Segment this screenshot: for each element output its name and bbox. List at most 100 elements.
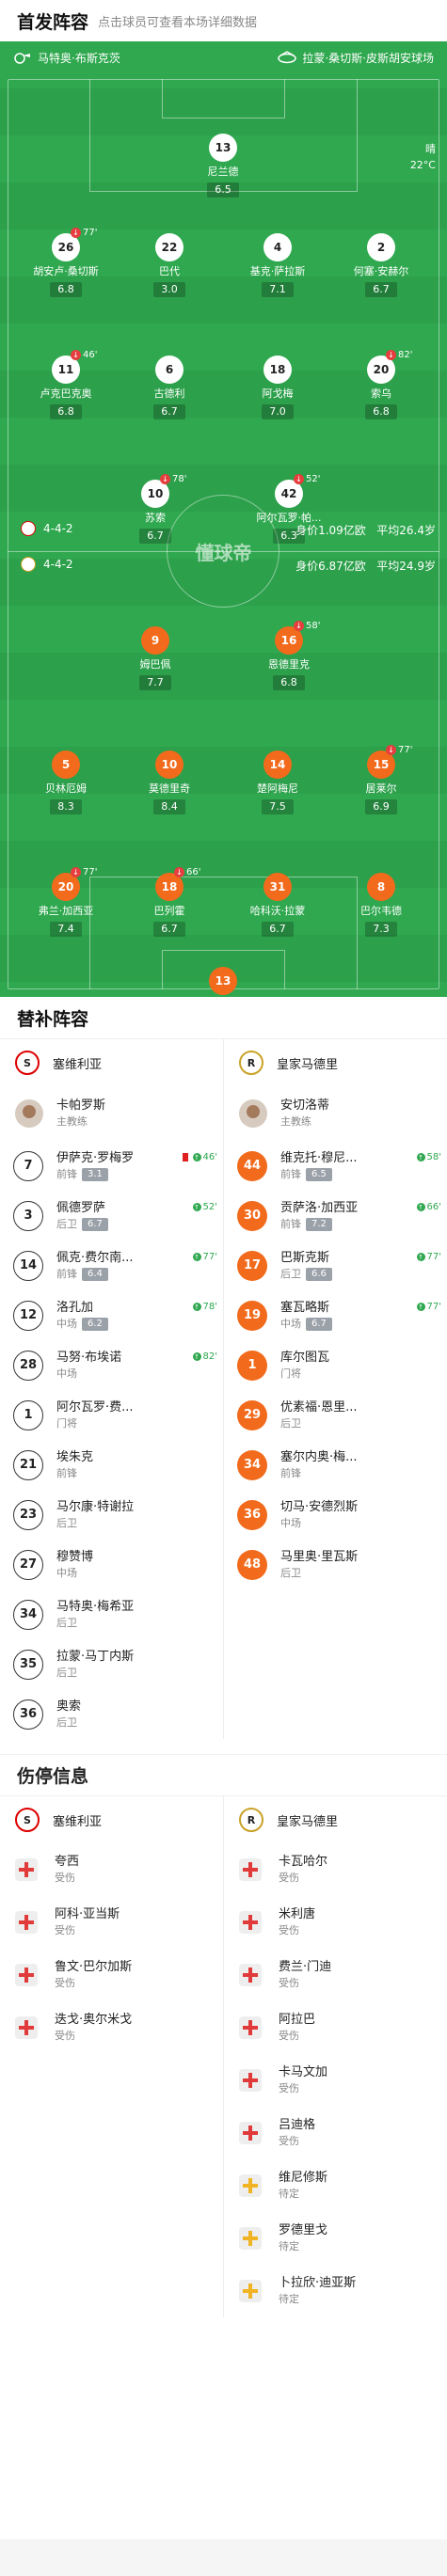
- injury-status: 受伤: [279, 1977, 299, 1989]
- injury-row[interactable]: 卜拉欣·迪亚斯 待定: [224, 2265, 447, 2317]
- away-coach-row[interactable]: 安切洛蒂 主教练: [224, 1086, 447, 1141]
- home-player[interactable]: 4 基克·萨拉斯 7.1: [235, 233, 320, 297]
- away-player[interactable]: 31 哈科沃·拉蒙 6.7: [235, 873, 320, 937]
- sub-player-row[interactable]: 23 马尔康·特谢拉 后卫: [0, 1490, 223, 1540]
- sub-player-position: 前锋: [280, 1167, 301, 1180]
- away-player[interactable]: 15 ↓ 77' 居莱尔 6.9: [339, 745, 423, 814]
- stadium-icon: [278, 51, 297, 64]
- injury-row[interactable]: 罗德里戈 待定: [224, 2212, 447, 2265]
- away-player[interactable]: 18 ↓ 66' 巴列霍 6.7: [127, 867, 212, 937]
- weather-condition: 晴: [425, 143, 436, 155]
- sub-player-row[interactable]: 21 埃朱克 前锋: [0, 1440, 223, 1490]
- subs-away-team[interactable]: R 皇家马德里: [224, 1039, 447, 1086]
- injury-cross-icon: [239, 1911, 262, 1934]
- sub-player-row[interactable]: 1 库尔图瓦 门将: [224, 1340, 447, 1390]
- player-number: 5: [52, 751, 80, 779]
- sub-player-rating: 6.2: [82, 1317, 108, 1331]
- home-player[interactable]: 20 ↓ 82' 索乌 6.8: [339, 350, 423, 419]
- sub-player-rating: 6.7: [306, 1317, 332, 1331]
- injury-row[interactable]: 阿拉巴 受伤: [224, 2001, 447, 2054]
- sub-player-row[interactable]: 19 塞瓦略斯 中场 6.7 ↑ 77': [224, 1290, 447, 1340]
- sub-player-position: 中场: [280, 1317, 301, 1330]
- away-player[interactable]: 16 ↓ 58' 恩德里克 6.8: [247, 621, 331, 690]
- sub-on-marker: ↑ 52': [192, 1202, 217, 1212]
- home-player[interactable]: 26 ↓ 77' 胡安卢·桑切斯 6.8: [24, 228, 108, 297]
- player-rating: 6.7: [139, 529, 171, 544]
- sub-player-row[interactable]: 29 优素福·恩里... 后卫: [224, 1390, 447, 1440]
- away-player[interactable]: 14 楚阿梅尼 7.5: [235, 751, 320, 814]
- sub-player-row[interactable]: 14 佩克·费尔南... 前锋 6.4 ↑ 77': [0, 1241, 223, 1290]
- away-player[interactable]: 8 巴尔韦德 7.3: [339, 873, 423, 937]
- injury-row[interactable]: 维尼修斯 待定: [224, 2159, 447, 2212]
- red-card-icon: [182, 1153, 188, 1162]
- home-player[interactable]: 11 ↓ 46' 卢克巴克奥 6.8: [24, 350, 108, 419]
- sub-player-row[interactable]: 36 切马·安德烈斯 中场: [224, 1490, 447, 1540]
- injury-away-team[interactable]: R 皇家马德里: [224, 1796, 447, 1843]
- player-rating: 6.9: [365, 799, 397, 814]
- away-player[interactable]: 5 贝林厄姆 8.3: [24, 751, 108, 814]
- home-player[interactable]: 18 阿戈梅 7.0: [235, 356, 320, 419]
- sub-player-name: 切马·安德烈斯: [280, 1499, 359, 1514]
- away-player[interactable]: 9 姆巴佩 7.7: [113, 626, 198, 690]
- sub-player-position: 后卫: [280, 1416, 301, 1430]
- injury-row[interactable]: 鲁文·巴尔加斯 受伤: [0, 1949, 223, 2001]
- sub-player-number: 12: [13, 1300, 43, 1331]
- injury-row[interactable]: 阿科·亚当斯 受伤: [0, 1896, 223, 1949]
- sub-player-number: 1: [237, 1350, 267, 1381]
- away-player[interactable]: 10 莫德里奇 8.4: [127, 751, 212, 814]
- sub-on-icon: ↑: [416, 1303, 425, 1311]
- injured-player-name: 迭戈·奥尔米戈: [55, 2013, 133, 2027]
- subs-home-team[interactable]: S 塞维利亚: [0, 1039, 223, 1086]
- injury-home-list: 夸西 受伤 阿科·亚当斯 受伤 鲁文·巴尔加斯 受伤 迭戈·奥尔米戈 受伤: [0, 1843, 223, 2317]
- sub-player-row[interactable]: 1 阿尔瓦罗·费... 门将: [0, 1390, 223, 1440]
- sub-on-marker: ↑ 82': [192, 1351, 217, 1362]
- sub-player-row[interactable]: 44 维克托·穆尼... 前锋 6.5 ↑ 58': [224, 1141, 447, 1191]
- sub-player-row[interactable]: 17 巴斯克斯 后卫 6.6 ↑ 77': [224, 1241, 447, 1290]
- home-player[interactable]: 22 巴代 3.0: [127, 233, 212, 297]
- sub-on-icon: ↑: [192, 1153, 201, 1162]
- sub-player-row[interactable]: 34 马特奥·梅希亚 后卫: [0, 1589, 223, 1639]
- sub-player-number: 19: [237, 1300, 267, 1331]
- injury-row[interactable]: 迭戈·奥尔米戈 受伤: [0, 2001, 223, 2054]
- sub-player-row[interactable]: 30 贡萨洛·加西亚 前锋 7.2 ↑ 66': [224, 1191, 447, 1241]
- sub-off-marker: ↓ 82': [386, 350, 412, 360]
- sub-player-row[interactable]: 36 奥索 后卫: [0, 1689, 223, 1739]
- injury-row[interactable]: 米利唐 受伤: [224, 1896, 447, 1949]
- whistle-icon: [14, 53, 30, 64]
- sub-player-name: 库尔图瓦: [280, 1350, 330, 1365]
- sub-on-marker: ↑ 46': [182, 1152, 217, 1162]
- sub-player-row[interactable]: 7 伊萨克·罗梅罗 前锋 3.1 ↑ 46': [0, 1141, 223, 1191]
- sub-off-icon: ↓: [386, 350, 396, 360]
- sub-off-icon: ↓: [174, 867, 184, 877]
- player-number: 2: [367, 233, 395, 261]
- home-coach-row[interactable]: 卡帕罗斯 主教练: [0, 1086, 223, 1141]
- injury-row[interactable]: 卡瓦哈尔 受伤: [224, 1843, 447, 1896]
- home-value: 身价1.09亿欧: [295, 524, 366, 537]
- player-rating: 6.7: [153, 922, 185, 937]
- injury-row[interactable]: 卡马文加 受伤: [224, 2054, 447, 2107]
- sub-player-row[interactable]: 34 塞尔内奥·梅... 前锋: [224, 1440, 447, 1490]
- injury-home-team[interactable]: S 塞维利亚: [0, 1796, 223, 1843]
- injury-row[interactable]: 吕迪格 受伤: [224, 2107, 447, 2159]
- sub-player-name: 马里奥·里瓦斯: [280, 1549, 359, 1564]
- sub-player-row[interactable]: 3 佩德罗萨 后卫 6.7 ↑ 52': [0, 1191, 223, 1241]
- home-team-name: 塞维利亚: [53, 1814, 103, 1829]
- sub-player-row[interactable]: 12 洛孔加 中场 6.2 ↑ 78': [0, 1290, 223, 1340]
- sub-player-row[interactable]: 27 穆赞博 中场: [0, 1540, 223, 1589]
- injury-row[interactable]: 夸西 受伤: [0, 1843, 223, 1896]
- sub-off-marker: ↓ 52': [294, 474, 320, 484]
- home-player[interactable]: 13 尼兰德 6.5: [181, 134, 265, 198]
- injury-row[interactable]: 费兰·门迪 受伤: [224, 1949, 447, 2001]
- injury-title: 伤停信息: [0, 1754, 447, 1795]
- away-player[interactable]: 20 ↓ 77' 弗兰·加西亚 7.4: [24, 867, 108, 937]
- injury-status: 受伤: [279, 2030, 299, 2042]
- sub-player-row[interactable]: 28 马努·布埃诺 中场 ↑ 82': [0, 1340, 223, 1390]
- home-player[interactable]: 6 古德利 6.7: [127, 356, 212, 419]
- sub-player-row[interactable]: 35 拉蒙·马丁内斯 后卫: [0, 1639, 223, 1689]
- home-player[interactable]: 2 何塞·安赫尔 6.7: [339, 233, 423, 297]
- sub-minute: 77': [398, 745, 413, 755]
- sub-player-row[interactable]: 48 马里奥·里瓦斯 后卫: [224, 1540, 447, 1589]
- away-player[interactable]: 13卢宁6.9: [181, 967, 265, 997]
- home-player[interactable]: 10 ↓ 78' 苏索 6.7: [113, 474, 198, 544]
- coach-name: 马特奥·布斯克茨: [38, 51, 120, 65]
